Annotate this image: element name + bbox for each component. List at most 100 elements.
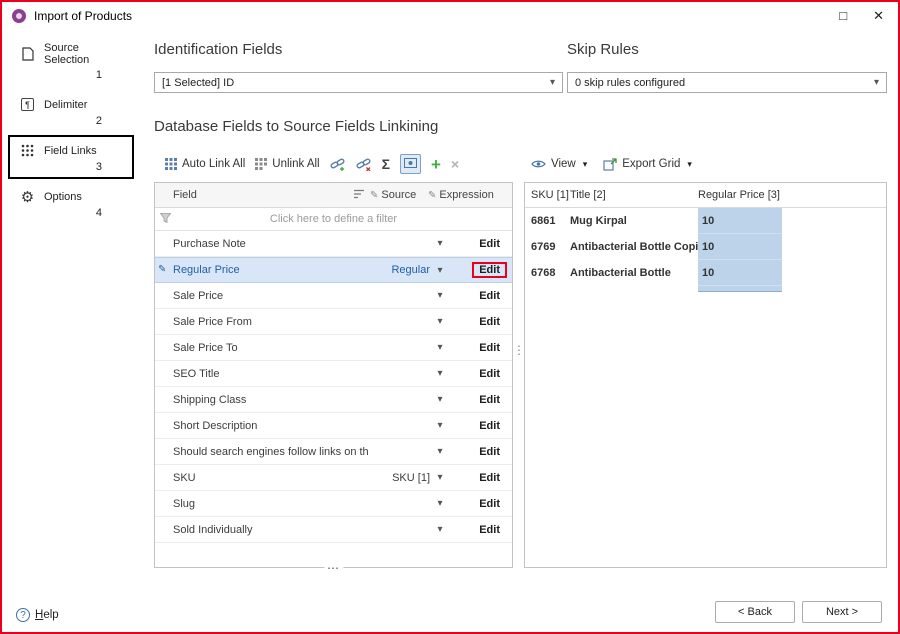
sidebar-item-options[interactable]: ⚙ Options 4 [8,181,134,225]
linked-pencil-icon: ✎ [158,264,166,275]
sku-cell: 6768 [525,260,570,286]
eye-icon [531,159,546,169]
edit-button[interactable]: Edit [479,342,500,354]
field-link-row-sale-price[interactable]: Sale Price ▾ Edit [155,283,512,309]
export-icon [603,158,617,171]
close-icon[interactable]: ✕ [873,9,884,22]
field-name: SEO Title [155,368,368,380]
preview-grid-header: SKU [1] Title [2] Regular Price [3] [525,183,886,208]
next-button[interactable]: Next > [802,601,882,623]
back-button[interactable]: < Back [715,601,795,623]
sort-icon[interactable] [348,189,370,202]
price-column-selection-extension [525,286,886,292]
field-link-row-regular-price[interactable]: ✎ Regular Price Regular ▾ Edit [155,257,512,283]
splitter-handle[interactable]: ⋮ [513,347,523,354]
chevron-down-icon[interactable]: ▾ [430,368,450,379]
preview-toggle-button[interactable] [400,154,421,174]
sidebar-item-field-links[interactable]: Field Links 3 [8,135,134,179]
step-label: Options [44,191,82,203]
title-bar: Import of Products □ ✕ [2,2,898,29]
edit-button[interactable]: Edit [479,238,500,250]
field-link-row-sale-price-from[interactable]: Sale Price From ▾ Edit [155,309,512,335]
field-name: Sale Price To [155,342,368,354]
view-dropdown-button[interactable]: View ▾ [531,158,587,170]
preview-row[interactable]: 6861 Mug Kirpal 10 [525,208,886,234]
chevron-down-icon[interactable]: ▾ [430,394,450,405]
step-number: 2 [20,115,126,127]
identification-dropdown[interactable]: [1 Selected] ID ▾ [154,72,563,93]
column-header-source[interactable]: ✎ Source [370,189,428,201]
chevron-down-icon[interactable]: ▾ [430,472,450,483]
chevron-down-icon[interactable]: ▾ [430,524,450,535]
chevron-down-icon[interactable]: ▾ [430,446,450,457]
export-grid-button[interactable]: Export Grid ▾ [603,158,692,171]
chevron-down-icon[interactable]: ▾ [430,342,450,353]
maximize-icon[interactable]: □ [839,9,847,22]
skip-rules-dropdown[interactable]: 0 skip rules configured ▾ [567,72,887,93]
chevron-down-icon[interactable]: ▾ [430,316,450,327]
edit-button[interactable]: Edit [479,316,500,328]
linking-toolbar: Auto Link All Unlink All Σ + × [165,153,459,175]
edit-button[interactable]: Edit [479,420,500,432]
source-value: SKU [1] [368,472,430,484]
link-add-icon[interactable] [330,157,346,171]
delete-icon[interactable]: × [451,157,459,171]
field-link-row-should-search-engines[interactable]: Should search engines follow links on th… [155,439,512,465]
field-link-row-seo-title[interactable]: SEO Title ▾ Edit [155,361,512,387]
field-link-row-sale-price-to[interactable]: Sale Price To ▾ Edit [155,335,512,361]
preview-row[interactable]: 6769 Antibacterial Bottle Copil 10 [525,234,886,260]
title-cell: Antibacterial Bottle [570,260,698,286]
field-link-row-short-description[interactable]: Short Description ▾ Edit [155,413,512,439]
title-cell: Antibacterial Bottle Copil [570,234,698,260]
sidebar-item-delimiter[interactable]: ¶ Delimiter 2 [8,89,134,133]
field-link-row-slug[interactable]: Slug ▾ Edit [155,491,512,517]
field-link-row-shipping-class[interactable]: Shipping Class ▾ Edit [155,387,512,413]
add-icon[interactable]: + [431,156,441,173]
field-link-row-sold-individually[interactable]: Sold Individually ▾ Edit [155,517,512,543]
sidebar-item-source-selection[interactable]: Source Selection 1 [8,34,134,87]
edit-button[interactable]: Edit [479,472,500,484]
chevron-down-icon[interactable]: ▾ [430,290,450,301]
filter-hint: Click here to define a filter [155,213,512,225]
sku-cell: 6861 [525,208,570,234]
expression-sigma-icon[interactable]: Σ [382,156,390,172]
field-name: SKU [155,472,368,484]
grid-resize-handle[interactable]: ⋯ [324,563,343,573]
preview-row[interactable]: 6768 Antibacterial Bottle 10 [525,260,886,286]
edit-button[interactable]: Edit [479,524,500,536]
identification-fields-heading: Identification Fields [154,41,282,58]
document-icon [20,47,35,62]
skip-rules-heading: Skip Rules [567,41,639,58]
chevron-down-icon[interactable]: ▾ [430,420,450,431]
unlink-all-button[interactable]: Unlink All [255,158,319,170]
chevron-down-icon: ▾ [583,159,588,170]
chevron-down-icon[interactable]: ▾ [430,238,450,249]
import-products-window: Import of Products □ ✕ Source Selection … [0,0,900,634]
field-name: Regular Price [155,264,368,276]
column-header-field[interactable]: Field [155,189,348,201]
chevron-down-icon[interactable]: ▾ [430,265,450,276]
price-cell: 10 [698,234,782,260]
field-link-row-purchase-note[interactable]: Purchase Note ▾ Edit [155,231,512,257]
field-name: Short Description [155,420,368,432]
filter-row[interactable]: Click here to define a filter [155,208,512,231]
auto-link-all-button[interactable]: Auto Link All [165,158,245,170]
chevron-down-icon[interactable]: ▾ [430,498,450,509]
edit-button-annotated[interactable]: Edit [472,262,507,278]
edit-button[interactable]: Edit [479,290,500,302]
column-header-sku[interactable]: SKU [1] [525,189,570,201]
edit-button[interactable]: Edit [479,446,500,458]
link-remove-icon[interactable] [356,157,372,171]
identification-dropdown-value: [1 Selected] ID [162,77,234,89]
field-name: Sale Price From [155,316,368,328]
column-header-regular-price[interactable]: Regular Price [3] [698,189,782,201]
field-link-row-sku[interactable]: SKU SKU [1] ▾ Edit [155,465,512,491]
preview-grid: SKU [1] Title [2] Regular Price [3] 6861… [524,182,887,568]
skip-rules-dropdown-value: 0 skip rules configured [575,77,685,89]
help-link[interactable]: ? Help [16,608,59,622]
column-header-expression[interactable]: ✎ Expression [428,189,512,201]
column-header-title[interactable]: Title [2] [570,189,698,201]
edit-button[interactable]: Edit [479,498,500,510]
edit-button[interactable]: Edit [479,368,500,380]
edit-button[interactable]: Edit [479,394,500,406]
